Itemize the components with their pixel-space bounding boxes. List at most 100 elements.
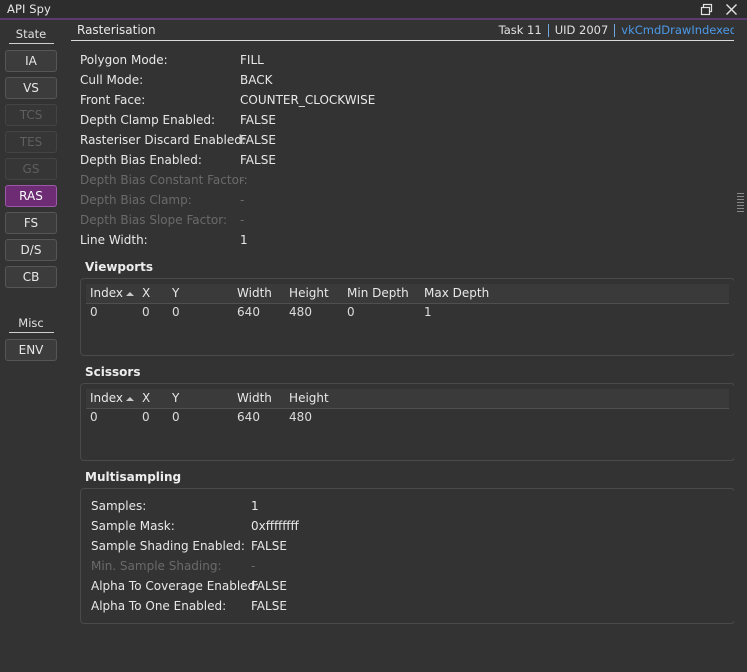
column-header-x[interactable]: X <box>138 284 169 304</box>
property-label: Line Width: <box>80 233 148 247</box>
property-value: 1 <box>251 499 259 513</box>
property-label: Depth Bias Constant Factor: <box>80 173 248 187</box>
cell-y: 0 <box>172 410 180 424</box>
column-header-width[interactable]: Width <box>233 389 286 409</box>
table-header-row: Index X Y Width Height Min Depth Max Dep… <box>86 284 729 304</box>
column-header-min-depth[interactable]: Min Depth <box>343 284 421 304</box>
property-value: FALSE <box>251 599 287 613</box>
cell-height: 480 <box>289 305 312 319</box>
property-value: - <box>240 173 245 187</box>
sidebar-item-env[interactable]: ENV <box>5 339 57 361</box>
property-row: Depth Bias Constant Factor: - <box>80 170 735 190</box>
column-header-height[interactable]: Height <box>285 389 729 409</box>
command-link[interactable]: vkCmdDrawIndexed <box>621 23 737 37</box>
window-title: API Spy <box>7 2 51 16</box>
table-row[interactable]: 0 0 0 640 480 <box>86 409 729 427</box>
sidebar-item-ras[interactable]: RAS <box>5 185 57 207</box>
property-row: Rasteriser Discard Enabled: FALSE <box>80 130 735 150</box>
scroll-grip[interactable] <box>737 190 744 214</box>
property-value: FALSE <box>240 133 276 147</box>
meta-separator-2 <box>614 23 616 37</box>
property-row: Depth Clamp Enabled: FALSE <box>80 110 735 130</box>
property-label: Sample Mask: <box>91 519 175 533</box>
scissors-table: Index X Y Width Height 0 0 0 640 480 <box>86 389 729 426</box>
cell-max-depth: 1 <box>424 305 432 319</box>
property-label: Alpha To One Enabled: <box>91 599 227 613</box>
multisampling-title: Multisampling <box>85 470 182 484</box>
sidebar-item-tcs: TCS <box>5 104 57 126</box>
sort-ascending-icon <box>126 396 135 401</box>
property-value: COUNTER_CLOCKWISE <box>240 93 376 107</box>
multisampling-panel: Samples: 1 Sample Mask: 0xffffffff Sampl… <box>80 488 735 624</box>
sidebar-item-fs[interactable]: FS <box>5 212 57 234</box>
column-header-width[interactable]: Width <box>233 284 286 304</box>
sidebar-group-label-misc: Misc <box>8 315 54 333</box>
property-row: Line Width: 1 <box>80 230 735 250</box>
sort-ascending-icon <box>126 291 135 296</box>
column-header-index[interactable]: Index <box>86 284 139 304</box>
column-header-height[interactable]: Height <box>285 284 344 304</box>
multisampling-section: Multisampling Samples: 1 Sample Mask: 0x… <box>80 470 735 624</box>
column-label: Index <box>90 286 124 300</box>
viewports-title: Viewports <box>85 260 154 274</box>
column-header-x[interactable]: X <box>138 389 169 409</box>
grip-ridge <box>737 204 744 206</box>
close-icon[interactable] <box>724 2 739 17</box>
meta-separator-1 <box>547 23 549 37</box>
property-value: - <box>240 193 245 207</box>
property-value: FALSE <box>240 113 276 127</box>
cell-width: 640 <box>237 410 260 424</box>
property-label: Samples: <box>91 499 147 513</box>
scroll-area: Polygon Mode: FILL Cull Mode: BACK Front… <box>71 41 747 672</box>
column-header-y[interactable]: Y <box>168 284 234 304</box>
viewports-table: Index X Y Width Height Min Depth Max Dep… <box>86 284 729 321</box>
grip-ridge <box>737 195 744 197</box>
property-row: Sample Mask: 0xffffffff <box>91 516 728 536</box>
property-label: Depth Bias Slope Factor: <box>80 213 228 227</box>
cell-index: 0 <box>90 410 98 424</box>
property-row: Sample Shading Enabled: FALSE <box>91 536 728 556</box>
sidebar: State IA VS TCS TES GS RAS FS D/S CB Mis… <box>0 20 62 672</box>
property-value: FILL <box>240 53 264 67</box>
column-header-index[interactable]: Index <box>86 389 139 409</box>
restore-window-icon[interactable] <box>699 2 714 17</box>
cell-index: 0 <box>90 305 98 319</box>
property-row: Cull Mode: BACK <box>80 70 735 90</box>
property-label: Alpha To Coverage Enabled: <box>91 579 260 593</box>
api-spy-window: API Spy State IA VS TCS TES GS RAS FS D/… <box>0 0 747 672</box>
property-label: Depth Bias Clamp: <box>80 193 192 207</box>
property-row: Min. Sample Shading: - <box>91 556 728 576</box>
uid-label: UID 2007 <box>554 23 609 37</box>
header-meta: Task 11 UID 2007 vkCmdDrawIndexed <box>499 23 737 37</box>
window-controls <box>699 2 743 17</box>
content-panel: Rasterisation Task 11 UID 2007 vkCmdDraw… <box>62 20 747 672</box>
grip-ridge <box>737 207 744 209</box>
property-label: Cull Mode: <box>80 73 144 87</box>
sidebar-item-vs[interactable]: VS <box>5 77 57 99</box>
property-value: 1 <box>240 233 248 247</box>
column-label: Index <box>90 391 124 405</box>
property-value: FALSE <box>251 539 287 553</box>
body: State IA VS TCS TES GS RAS FS D/S CB Mis… <box>0 20 747 672</box>
table-row[interactable]: 0 0 0 640 480 0 1 <box>86 304 729 322</box>
property-value: FALSE <box>240 153 276 167</box>
property-value: BACK <box>240 73 273 87</box>
vertical-scrollbar[interactable] <box>734 20 747 672</box>
rasterisation-properties: Polygon Mode: FILL Cull Mode: BACK Front… <box>80 50 735 250</box>
grip-ridge <box>737 210 744 212</box>
property-label: Sample Shading Enabled: <box>91 539 245 553</box>
cell-height: 480 <box>289 410 312 424</box>
scissors-title: Scissors <box>85 365 141 379</box>
sidebar-item-cb[interactable]: CB <box>5 266 57 288</box>
scissors-panel: Index X Y Width Height 0 0 0 640 480 <box>80 383 735 461</box>
sidebar-item-ia[interactable]: IA <box>5 50 57 72</box>
column-header-y[interactable]: Y <box>168 389 234 409</box>
breadcrumb: Rasterisation <box>77 23 156 37</box>
property-value: - <box>240 213 245 227</box>
viewports-section: Viewports Index X Y Width Height Min Dep… <box>80 260 735 356</box>
sidebar-group-label-state: State <box>8 26 54 44</box>
sidebar-item-gs: GS <box>5 158 57 180</box>
property-label: Depth Clamp Enabled: <box>80 113 216 127</box>
column-header-max-depth[interactable]: Max Depth <box>420 284 729 304</box>
sidebar-item-ds[interactable]: D/S <box>5 239 57 261</box>
